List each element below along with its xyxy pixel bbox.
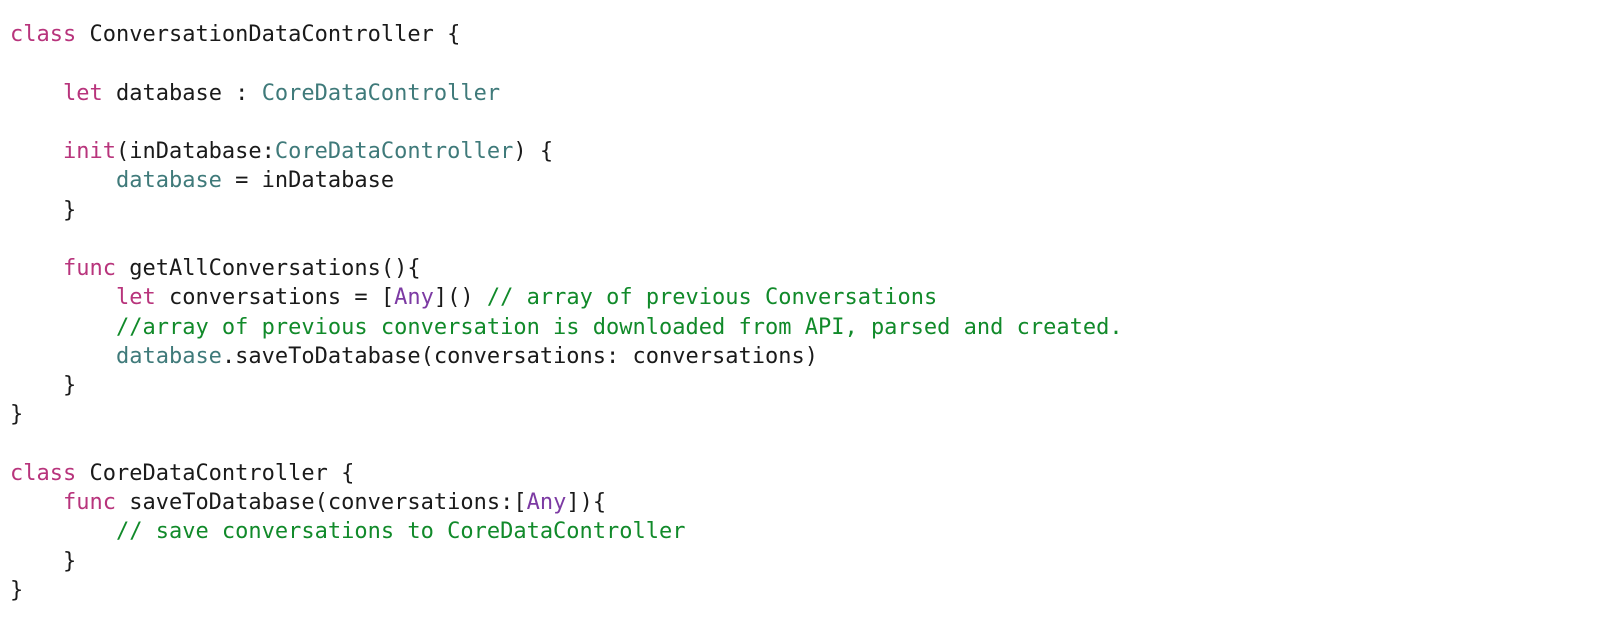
keyword-func: func	[63, 490, 116, 515]
expr: conversations = [	[156, 285, 394, 310]
brace: }	[63, 549, 76, 574]
comment: // save conversations to CoreDataControl…	[116, 519, 686, 544]
comment: //array of previous conversation is down…	[116, 315, 1123, 340]
keyword-let: let	[63, 81, 103, 106]
func-sig: getAllConversations(){	[116, 256, 421, 281]
var-decl: database :	[103, 81, 262, 106]
class-name: CoreDataController {	[76, 461, 354, 486]
assign: = inDatabase	[222, 168, 394, 193]
brace: }	[63, 373, 76, 398]
type-name: CoreDataController	[262, 81, 500, 106]
type-name: CoreDataController	[275, 139, 513, 164]
init-sig: (inDatabase:	[116, 139, 275, 164]
init-sig-end: ) {	[513, 139, 553, 164]
brace: }	[10, 578, 23, 603]
type-any: Any	[527, 490, 567, 515]
class-name: ConversationDataController {	[76, 22, 460, 47]
call: .saveToDatabase(conversations: conversat…	[222, 344, 818, 369]
comment: // array of previous Conversations	[487, 285, 937, 310]
expr: ]()	[434, 285, 487, 310]
keyword-init: init	[63, 139, 116, 164]
type-any: Any	[394, 285, 434, 310]
code-block: class ConversationDataController { let d…	[10, 20, 1590, 605]
brace: }	[10, 402, 23, 427]
func-sig: saveToDatabase(conversations:[	[116, 490, 527, 515]
func-sig-end: ]){	[566, 490, 606, 515]
keyword-class: class	[10, 461, 76, 486]
keyword-func: func	[63, 256, 116, 281]
keyword-class: class	[10, 22, 76, 47]
member-ref: database	[116, 344, 222, 369]
brace: }	[63, 198, 76, 223]
keyword-let: let	[116, 285, 156, 310]
member-ref: database	[116, 168, 222, 193]
